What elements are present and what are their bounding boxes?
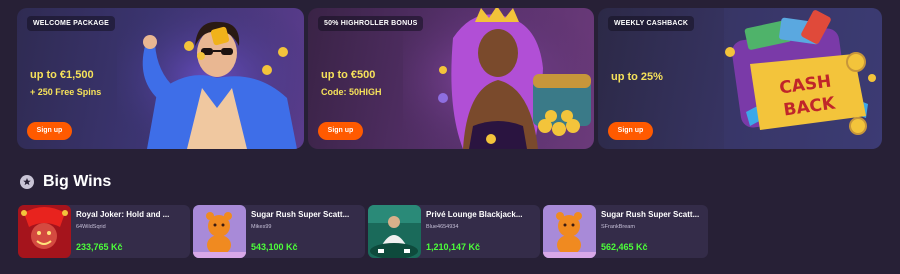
big-win-card[interactable]: Privé Lounge Blackjack... Blue4654934 1,… (368, 205, 540, 258)
win-amount: 233,765 Kč (76, 242, 123, 252)
promo-offer-amount: up to €500 (321, 69, 376, 81)
big-win-card[interactable]: Sugar Rush Super Scatt... Mikes99 543,10… (193, 205, 365, 258)
winner-username: Blue4654934 (426, 224, 459, 230)
promo-offer-detail: Code: 50HIGH (321, 87, 382, 97)
promo-welcome-illustration (117, 8, 304, 149)
win-amount: 543,100 Kč (251, 242, 298, 252)
winner-username: Mikes99 (251, 224, 272, 230)
blackjack-thumbnail (368, 205, 421, 258)
sugar-rush-thumbnail (193, 205, 246, 258)
promo-highroller-illustration (403, 8, 594, 149)
game-thumbnail (543, 205, 596, 258)
game-name: Royal Joker: Hold and ... (76, 210, 170, 219)
royal-joker-thumbnail (18, 205, 71, 258)
game-name: Sugar Rush Super Scatt... (251, 210, 350, 219)
winner-username: 64WildSqrid (76, 224, 106, 230)
promo-carousel: WELCOME PACKAGE up to €1,500 + 250 Free … (17, 8, 882, 149)
game-thumbnail (18, 205, 71, 258)
promo-badge: 50% HIGHROLLER BONUS (318, 16, 424, 31)
sign-up-button[interactable]: Sign up (27, 122, 72, 140)
promo-badge: WEEKLY CASHBACK (608, 16, 695, 31)
game-thumbnail (368, 205, 421, 258)
promo-badge: WELCOME PACKAGE (27, 16, 115, 31)
winner-username: SFrankBream (601, 224, 635, 230)
promo-offer-amount: up to €1,500 (30, 69, 94, 81)
sugar-rush-thumbnail (543, 205, 596, 258)
promo-card-welcome[interactable]: WELCOME PACKAGE up to €1,500 + 250 Free … (17, 8, 304, 149)
sign-up-button[interactable]: Sign up (608, 122, 653, 140)
big-win-card[interactable]: Royal Joker: Hold and ... 64WildSqrid 23… (18, 205, 190, 258)
big-wins-title: Big Wins (43, 173, 112, 190)
big-wins-header: Big Wins (20, 172, 111, 192)
promo-offer-detail: + 250 Free Spins (30, 87, 102, 97)
game-thumbnail (193, 205, 246, 258)
win-amount: 1,210,147 Kč (426, 242, 481, 252)
promo-cashback-illustration: CASH BACK (724, 8, 876, 149)
win-amount: 562,465 Kč (601, 242, 648, 252)
promo-offer-amount: up to 25% (611, 71, 663, 83)
promo-card-highroller[interactable]: 50% HIGHROLLER BONUS up to €500 Code: 50… (308, 8, 594, 149)
big-win-card[interactable]: Sugar Rush Super Scatt... SFrankBream 56… (543, 205, 708, 258)
promo-card-cashback[interactable]: CASH BACK WEEKLY CASHBACK up to 25% Sign… (598, 8, 882, 149)
game-name: Privé Lounge Blackjack... (426, 210, 523, 219)
star-badge-icon (20, 175, 34, 189)
game-name: Sugar Rush Super Scatt... (601, 210, 700, 219)
sign-up-button[interactable]: Sign up (318, 122, 363, 140)
